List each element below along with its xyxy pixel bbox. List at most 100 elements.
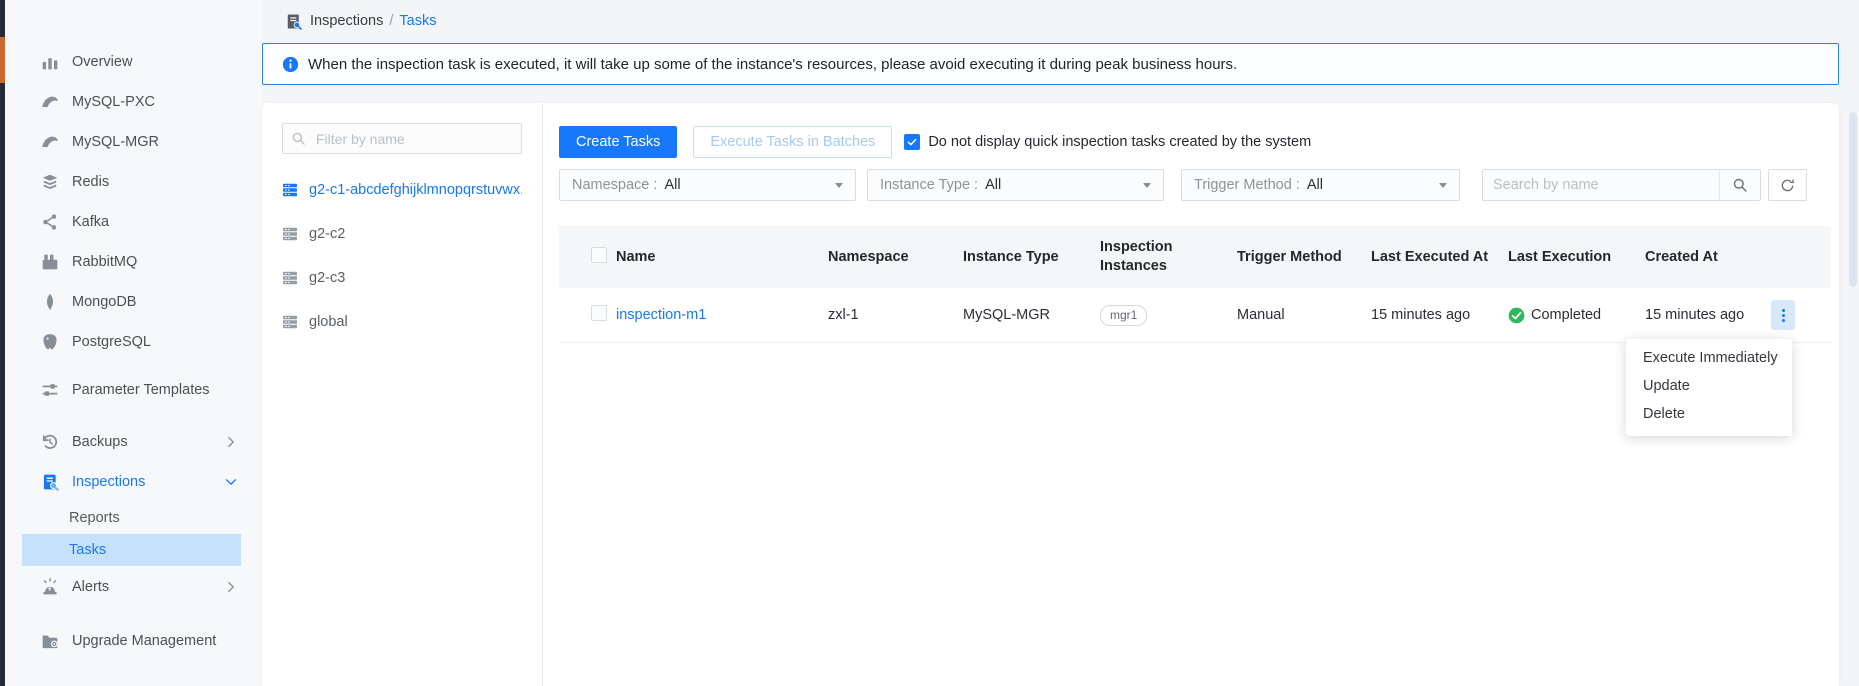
sidebar-item-mysql-mgr[interactable]: MySQL-MGR (5, 122, 262, 162)
menu-item-delete[interactable]: Delete (1626, 400, 1792, 428)
row-cell-namespace: zxl-1 (828, 307, 963, 323)
row-cell-last-executed-at: 15 minutes ago (1371, 307, 1508, 323)
inspection-clipboard-icon (285, 13, 302, 30)
bar-chart-icon (41, 53, 59, 71)
cluster-item-g2-c1[interactable]: g2-c1-abcdefghijklmnopqrstuvwx... (282, 168, 522, 212)
sidebar-item-kafka[interactable]: Kafka (5, 202, 262, 242)
search-by-name (1482, 169, 1761, 201)
chevron-down-icon (224, 475, 238, 489)
instance-type-select-value: All (985, 177, 1001, 193)
server-stack-icon (282, 226, 298, 242)
cluster-label: g2-c1-abcdefghijklmnopqrstuvwx... (309, 182, 522, 198)
content-card: g2-c1-abcdefghijklmnopqrstuvwx... g2-c2 … (262, 103, 1839, 686)
caret-down-icon (835, 183, 843, 188)
sidebar-item-tasks[interactable]: Tasks (22, 534, 241, 566)
header-cell-last-execution: Last Execution (1508, 249, 1645, 265)
info-alert: When the inspection task is executed, it… (262, 43, 1839, 85)
hide-quick-tasks-label[interactable]: Do not display quick inspection tasks cr… (928, 134, 1311, 150)
chevron-right-icon (224, 435, 238, 449)
cluster-item-g2-c2[interactable]: g2-c2 (282, 212, 522, 256)
app: { "colors": { "primary_blue": "#1779fa",… (0, 0, 1859, 686)
row-cell-inspection-instances: mgr1 (1100, 305, 1237, 326)
header-cell-trigger-method: Trigger Method (1237, 249, 1371, 265)
sidebar-item-label: Tasks (69, 542, 106, 558)
header-cell-last-executed-at: Last Executed At (1371, 249, 1508, 265)
row-cell-trigger-method: Manual (1237, 307, 1371, 323)
server-stack-icon (282, 270, 298, 286)
row-checkbox[interactable] (591, 305, 607, 321)
mysql-dolphin-icon (41, 93, 59, 111)
menu-item-update[interactable]: Update (1626, 372, 1792, 400)
kafka-network-icon (41, 213, 59, 231)
table-row: inspection-m1 zxl-1 MySQL-MGR mgr1 Manua… (559, 288, 1831, 343)
sidebar-item-mysql-pxc[interactable]: MySQL-PXC (5, 82, 262, 122)
search-icon[interactable] (1719, 170, 1760, 200)
sidebar-item-label: Overview (72, 53, 132, 72)
row-cell-name: inspection-m1 (616, 307, 828, 323)
sidebar-item-label: RabbitMQ (72, 253, 137, 272)
sidebar-item-label: Upgrade Management (72, 632, 216, 651)
inspection-clipboard-icon (41, 473, 59, 491)
header-cell-created-at: Created At (1645, 249, 1771, 265)
alarm-siren-icon (41, 578, 59, 596)
namespace-select-label: Namespace : (572, 177, 657, 193)
cluster-item-global[interactable]: global (282, 300, 522, 344)
breadcrumb-current[interactable]: Tasks (399, 13, 436, 29)
execution-status: Completed (1508, 307, 1645, 324)
execute-batches-button[interactable]: Execute Tasks in Batches (693, 126, 892, 158)
cluster-label: g2-c2 (309, 226, 345, 242)
trigger-method-select[interactable]: Trigger Method : All (1181, 169, 1460, 201)
instance-type-select[interactable]: Instance Type : All (867, 169, 1164, 201)
success-check-icon (1508, 307, 1525, 324)
sidebar-item-label: Inspections (72, 473, 145, 492)
search-by-name-input[interactable] (1483, 170, 1719, 200)
sidebar-item-rabbitmq[interactable]: RabbitMQ (5, 242, 262, 282)
header-cell-namespace: Namespace (828, 249, 963, 265)
sidebar-item-label: PostgreSQL (72, 333, 151, 352)
header-cell-select (559, 247, 616, 267)
task-name-link[interactable]: inspection-m1 (616, 307, 706, 323)
breadcrumb-section[interactable]: Inspections (310, 13, 383, 29)
cluster-panel: g2-c1-abcdefghijklmnopqrstuvwx... g2-c2 … (262, 103, 543, 686)
sidebar-item-label: Backups (72, 433, 128, 452)
row-actions-kebab-button[interactable] (1771, 300, 1795, 330)
postgresql-elephant-icon (41, 333, 59, 351)
sidebar-item-label: Reports (69, 510, 120, 526)
sidebar-item-reports[interactable]: Reports (22, 502, 241, 534)
cluster-filter-input[interactable] (314, 130, 513, 148)
backup-restore-icon (41, 433, 59, 451)
sidebar-item-overview[interactable]: Overview (5, 42, 262, 82)
sidebar-item-inspections[interactable]: Inspections (5, 462, 262, 502)
trigger-method-select-value: All (1307, 177, 1323, 193)
toolbar: Create Tasks Execute Tasks in Batches Do… (559, 126, 1831, 158)
sidebar-item-postgresql[interactable]: PostgreSQL (5, 322, 262, 362)
mysql-dolphin-icon (41, 133, 59, 151)
instance-type-select-label: Instance Type : (880, 177, 978, 193)
sidebar-item-redis[interactable]: Redis (5, 162, 262, 202)
row-actions-menu: Execute Immediately Update Delete (1626, 339, 1792, 436)
header-cell-instance-type: Instance Type (963, 249, 1100, 265)
sidebar-item-mongodb[interactable]: MongoDB (5, 282, 262, 322)
sidebar-item-backups[interactable]: Backups (5, 422, 262, 462)
instance-badge: mgr1 (1100, 305, 1147, 326)
select-all-checkbox[interactable] (591, 247, 607, 263)
hide-quick-tasks-checkbox[interactable] (904, 134, 920, 150)
sidebar-item-alerts[interactable]: Alerts (5, 567, 262, 607)
sidebar-item-label: Redis (72, 173, 109, 192)
status-text: Completed (1531, 307, 1601, 323)
cluster-filter (282, 123, 522, 154)
sidebar-item-parameter-templates[interactable]: Parameter Templates (5, 362, 262, 418)
namespace-select[interactable]: Namespace : All (559, 169, 856, 201)
caret-down-icon (1143, 183, 1151, 188)
header-cell-name: Name (616, 249, 828, 265)
cluster-item-g2-c3[interactable]: g2-c3 (282, 256, 522, 300)
header-cell-inspection-instances: Inspection Instances (1100, 238, 1237, 276)
menu-item-execute-immediately[interactable]: Execute Immediately (1626, 344, 1792, 372)
sidebar-item-upgrade-management[interactable]: Upgrade Management (5, 613, 262, 669)
caret-down-icon (1439, 183, 1447, 188)
refresh-button[interactable] (1768, 169, 1807, 201)
parameter-sliders-icon (41, 381, 59, 399)
rabbitmq-icon (41, 253, 59, 271)
vertical-scrollbar-thumb[interactable] (1849, 112, 1857, 287)
create-tasks-button[interactable]: Create Tasks (559, 126, 677, 158)
